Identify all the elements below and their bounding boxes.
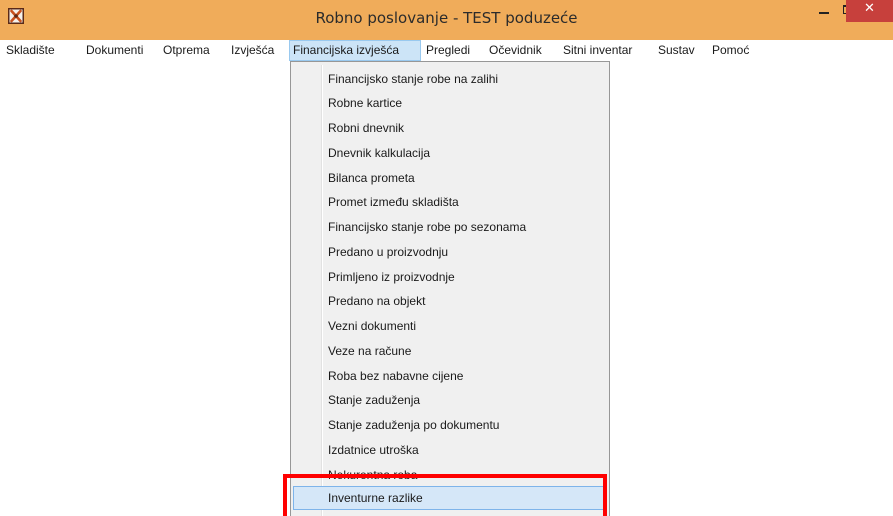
menu-item-nekurentna-roba[interactable]: Nekurentna roba [293,463,607,487]
menu-otprema[interactable]: Otprema [160,40,213,61]
menu-item-predano-na-objekt[interactable]: Predano na objekt [293,289,607,313]
title-bar[interactable]: Robno poslovanje - TEST poduzeće ✕ [0,0,893,40]
menu-izvjesca[interactable]: Izvješća [228,40,277,61]
menu-item-veze-na-racune[interactable]: Veze na račune [293,339,607,363]
menu-sustav[interactable]: Sustav [655,40,698,61]
application-window: Robno poslovanje - TEST poduzeće ✕ Sklad… [0,0,893,516]
menu-item-roba-bez-nabavne-cijene[interactable]: Roba bez nabavne cijene [293,364,607,388]
menu-bar: Skladište Dokumenti Otprema Izvješća Fin… [0,40,893,62]
menu-item-primljeno-iz-proizvodnje[interactable]: Primljeno iz proizvodnje [293,265,607,289]
menu-sitni-inventar[interactable]: Sitni inventar [560,40,635,61]
menu-item-financijsko-stanje-robe[interactable]: Financijsko stanje robe na zalihi [293,67,607,91]
menu-item-bilanca-prometa[interactable]: Bilanca prometa [293,166,607,190]
menu-item-robni-dnevnik[interactable]: Robni dnevnik [293,116,607,140]
menu-ocevidnik[interactable]: Očevidnik [486,40,545,61]
menu-item-stanje-zaduzenja-po-dokumentu[interactable]: Stanje zaduženja po dokumentu [293,413,607,437]
window-title: Robno poslovanje - TEST poduzeće [315,9,578,27]
menu-item-dnevnik-kalkulacija[interactable]: Dnevnik kalkulacija [293,141,607,165]
minimize-icon [819,12,829,14]
menu-item-inventurne-razlike[interactable]: Inventurne razlike [293,486,607,510]
menu-financijska-izvjesca[interactable]: Financijska izvješća [289,40,421,61]
menu-item-predano-u-proizvodnju[interactable]: Predano u proizvodnju [293,240,607,264]
menu-item-promet-izmedu-skladista[interactable]: Promet između skladišta [293,190,607,214]
menu-item-robne-kartice[interactable]: Robne kartice [293,91,607,115]
menu-item-stanje-zaduzenja[interactable]: Stanje zaduženja [293,388,607,412]
menu-pomoc[interactable]: Pomoć [709,40,752,61]
menu-item-izdatnice-utroska[interactable]: Izdatnice utroška [293,438,607,462]
close-button[interactable]: ✕ [846,0,893,22]
menu-pregledi[interactable]: Pregledi [423,40,473,61]
menu-item-vezni-dokumenti[interactable]: Vezni dokumenti [293,314,607,338]
menu-skladiste[interactable]: Skladište [3,40,58,61]
close-icon: ✕ [864,1,875,16]
minimize-button[interactable] [812,0,836,22]
financijska-izvjesca-dropdown: Financijsko stanje robe na zalihi Robne … [290,61,610,516]
menu-item-stanje-po-sezonama[interactable]: Financijsko stanje robe po sezonama [293,215,607,239]
menu-dokumenti[interactable]: Dokumenti [83,40,146,61]
